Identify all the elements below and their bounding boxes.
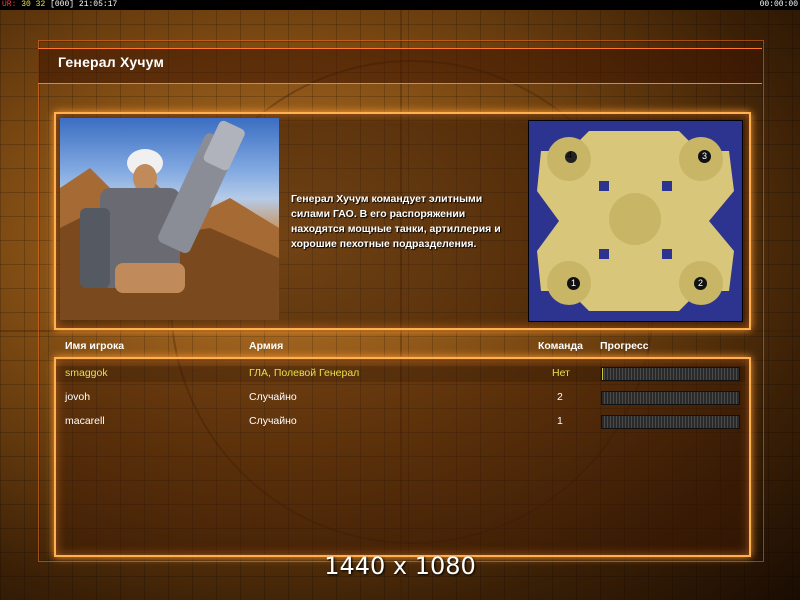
hud-value-b: 32 <box>35 0 46 9</box>
minimap[interactable]: 4 3 1 2 <box>528 120 743 322</box>
hud-value-a: 30 <box>21 0 31 9</box>
page-title: Генерал Хучум <box>58 54 165 70</box>
player-army: ГЛА, Полевой Генерал <box>249 367 360 379</box>
table-row[interactable]: macarell Случайно 1 <box>0 415 800 435</box>
player-army: Случайно <box>249 415 297 427</box>
general-portrait <box>60 118 279 320</box>
player-name: macarell <box>65 415 105 427</box>
resolution-label: 1440 x 1080 <box>324 552 476 580</box>
header-army: Армия <box>249 340 284 352</box>
header-progress: Прогресс <box>600 340 649 352</box>
start-position-1: 1 <box>567 277 580 290</box>
table-row[interactable]: jovoh Случайно 2 <box>0 391 800 411</box>
player-name: jovoh <box>65 391 91 403</box>
hud-prefix: UR: <box>2 0 17 9</box>
player-list-panel <box>54 357 751 557</box>
progress-bar <box>601 415 740 429</box>
player-army: Случайно <box>249 391 297 403</box>
player-team: Нет <box>552 367 570 379</box>
progress-bar <box>601 367 740 381</box>
player-team: 1 <box>557 415 563 427</box>
general-description: Генерал Хучум командует элитными силами … <box>291 193 501 250</box>
player-team: 2 <box>557 391 563 403</box>
table-headers: Имя игрока Армия Команда Прогресс <box>0 340 800 356</box>
hud-left: UR: 30 32 [000] 21:05:17 <box>2 0 117 10</box>
progress-fill <box>602 368 604 380</box>
player-name: smaggok <box>65 367 108 379</box>
start-position-3: 3 <box>698 150 711 163</box>
start-position-2: 2 <box>694 277 707 290</box>
hud-value-c: [000] <box>50 0 75 9</box>
header-team: Команда <box>538 340 583 352</box>
hud-timer: 00:00:00 <box>759 0 798 9</box>
start-position-4: 4 <box>567 150 573 160</box>
table-row[interactable]: smaggok ГЛА, Полевой Генерал Нет <box>0 367 800 387</box>
header-player: Имя игрока <box>65 340 125 352</box>
hud-clock: 21:05:17 <box>78 0 118 9</box>
top-hud-bar: UR: 30 32 [000] 21:05:17 00:00:00 <box>0 0 800 10</box>
progress-bar <box>601 391 740 405</box>
